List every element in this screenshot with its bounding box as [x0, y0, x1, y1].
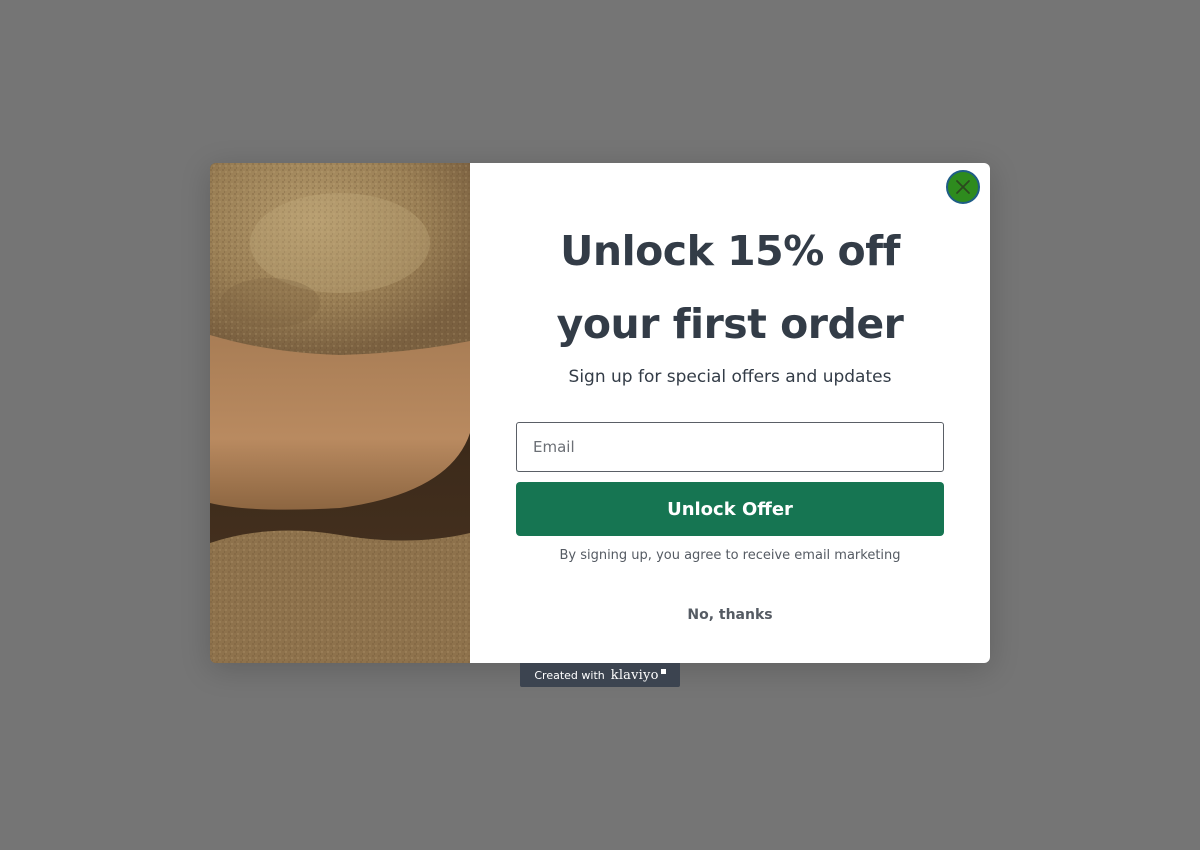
headline-line-2: your first order: [556, 300, 904, 348]
credit-prefix: Created with: [534, 668, 605, 682]
close-button[interactable]: [946, 170, 980, 204]
powder-spoon-illustration: [210, 163, 470, 663]
popup-subheadline: Sign up for special offers and updates: [568, 367, 892, 387]
klaviyo-credit-badge[interactable]: Created with klaviyo: [520, 663, 680, 687]
headline-line-1: Unlock 15% off: [560, 227, 900, 275]
signup-popup: Unlock 15% off your first order Sign up …: [210, 163, 990, 663]
klaviyo-flag-icon: [660, 669, 666, 674]
powder-spoon-image: [210, 163, 470, 663]
consent-disclaimer: By signing up, you agree to receive emai…: [559, 548, 901, 563]
close-icon: [956, 180, 970, 194]
no-thanks-link[interactable]: No, thanks: [470, 607, 990, 623]
unlock-offer-button[interactable]: Unlock Offer: [516, 482, 944, 536]
popup-headline: Unlock 15% off your first order: [470, 215, 990, 361]
klaviyo-logo: klaviyo: [610, 667, 659, 683]
email-input[interactable]: [516, 422, 944, 472]
popup-content: Unlock 15% off your first order Sign up …: [470, 163, 990, 663]
